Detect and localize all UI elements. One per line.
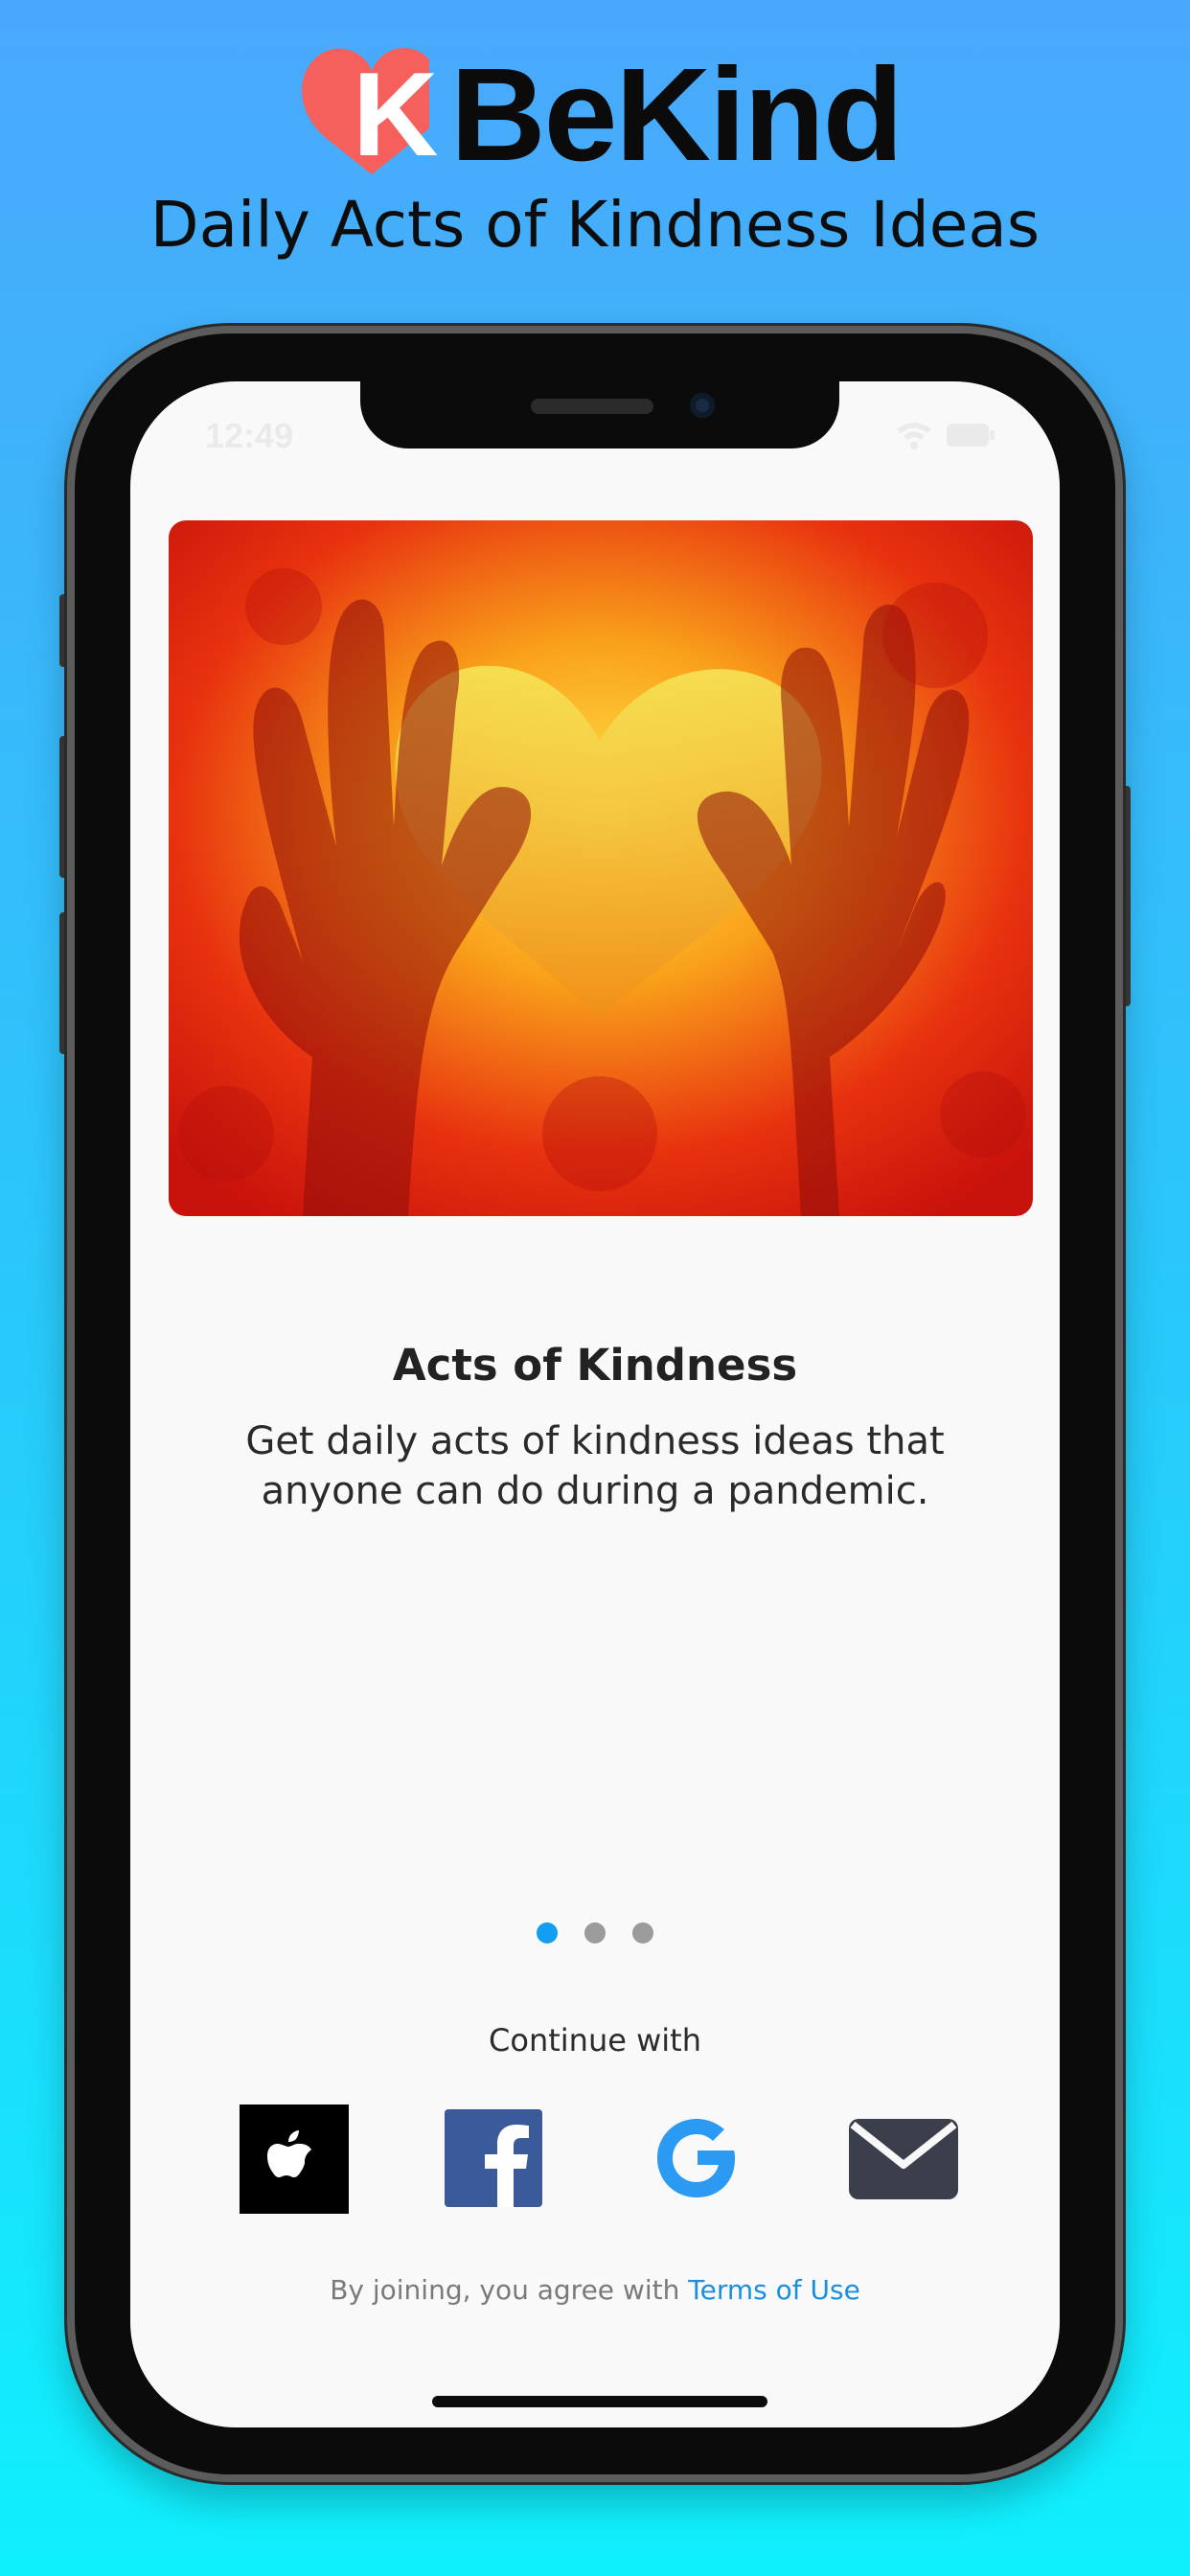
- sign-in-providers: [130, 2102, 1060, 2217]
- google-sign-in-button[interactable]: [648, 2109, 745, 2207]
- mail-icon: [849, 2119, 958, 2199]
- home-indicator[interactable]: [432, 2396, 767, 2407]
- phone-frame: 12:49 Acts of Kindness Get daily acts of…: [67, 326, 1123, 2482]
- page-indicator: [130, 1922, 1060, 1944]
- terms-notice: By joining, you agree with Terms of Use: [130, 2274, 1060, 2306]
- google-icon: [657, 2119, 735, 2197]
- email-sign-in-button[interactable]: [847, 2111, 960, 2205]
- front-camera: [690, 393, 715, 418]
- apple-icon: [267, 2130, 311, 2177]
- brand-name: BeKind: [450, 41, 904, 189]
- battery-icon: [947, 424, 995, 447]
- brand-header: K BeKind: [0, 38, 1190, 182]
- facebook-sign-in-button[interactable]: [445, 2109, 542, 2207]
- status-icons: [897, 423, 995, 449]
- tagline: Daily Acts of Kindness Ideas: [149, 188, 1041, 262]
- app-screen: 12:49 Acts of Kindness Get daily acts of…: [130, 381, 1060, 2427]
- card-description: Get daily acts of kindness ideas that an…: [245, 1419, 945, 1513]
- speaker-grille: [531, 399, 653, 414]
- page-dot-2[interactable]: [584, 1922, 606, 1944]
- notch: [360, 381, 839, 448]
- card-title: Acts of Kindness: [392, 1340, 798, 1391]
- terms-of-use-link[interactable]: Terms of Use: [688, 2274, 860, 2306]
- wifi-icon: [897, 423, 931, 449]
- continue-with-label: Continue with: [489, 2022, 701, 2058]
- page-dot-1[interactable]: [537, 1922, 558, 1944]
- hero-image: [169, 520, 1033, 1216]
- apple-sign-in-button[interactable]: [240, 2104, 349, 2214]
- terms-prefix: By joining, you agree with: [330, 2274, 680, 2306]
- facebook-icon: [445, 2109, 542, 2207]
- app-logo-icon: K: [302, 48, 439, 176]
- app-logo-letter: K: [353, 49, 439, 176]
- page-dot-3[interactable]: [632, 1922, 653, 1944]
- status-time: 12:49: [205, 416, 294, 455]
